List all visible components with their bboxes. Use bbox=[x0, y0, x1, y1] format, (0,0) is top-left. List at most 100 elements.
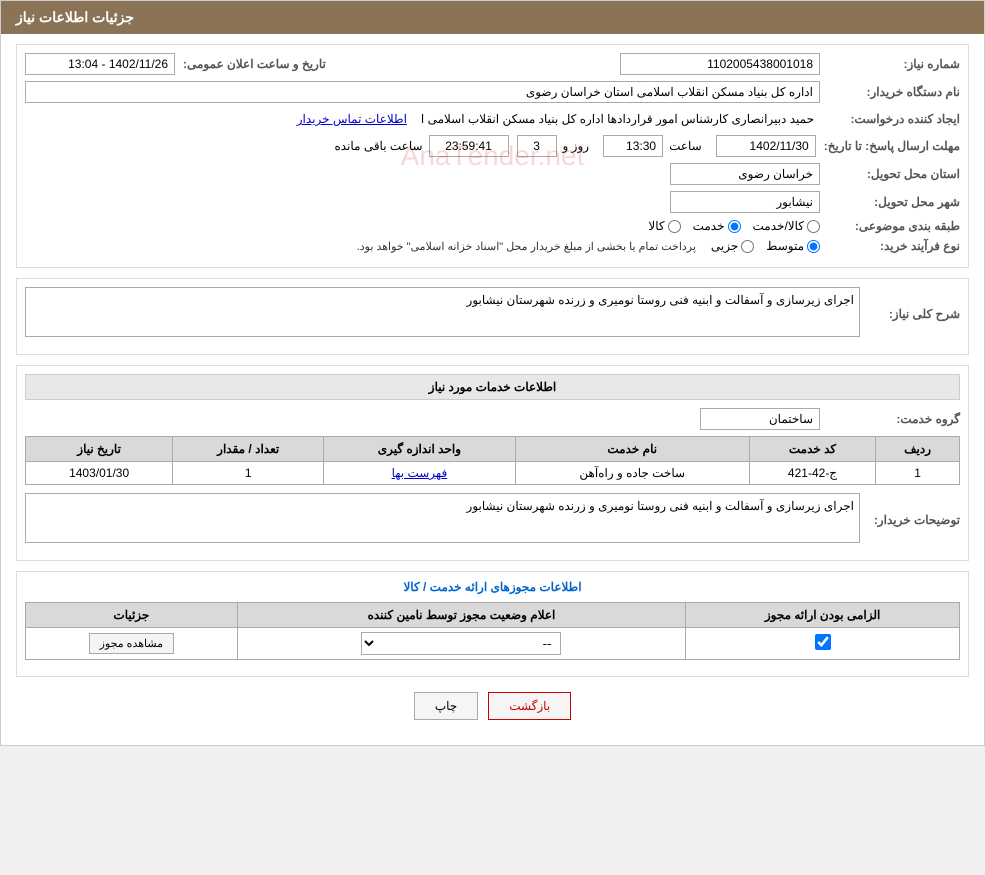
view-license-button[interactable]: مشاهده مجوز bbox=[89, 633, 174, 654]
category-kala-label: کالا bbox=[648, 219, 664, 233]
page-wrapper: جزئیات اطلاعات نیاز AnaТender.net شماره … bbox=[0, 0, 985, 746]
col-row: ردیف bbox=[876, 437, 960, 462]
purchase-type-row: نوع فرآیند خرید: جزیی متوسط پرداخت تمام … bbox=[25, 239, 960, 253]
service-group-row: گروه خدمت: ساختمان bbox=[25, 408, 960, 430]
category-khadamat-radio[interactable] bbox=[728, 220, 741, 233]
service-group-value: ساختمان bbox=[700, 408, 820, 430]
col-unit: واحد اندازه گیری bbox=[324, 437, 515, 462]
purchase-jozi: جزیی bbox=[711, 239, 754, 253]
services-table-head: ردیف کد خدمت نام خدمت واحد اندازه گیری ت… bbox=[26, 437, 960, 462]
requester-value: حمید دبیرانصاری کارشناس امور قراردادها ا… bbox=[415, 109, 820, 129]
category-label: طبقه بندی موضوعی: bbox=[820, 219, 960, 233]
tender-number-row: شماره نیاز: 1102005438001018 تاریخ و ساع… bbox=[25, 53, 960, 75]
col-date: تاریخ نیاز bbox=[26, 437, 173, 462]
category-radio-group: کالا خدمت کالا/خدمت bbox=[648, 219, 820, 233]
description-section: شرح کلی نیاز: bbox=[16, 278, 969, 355]
buyer-org-value: اداره کل بنیاد مسکن انقلاب اسلامی استان … bbox=[25, 81, 820, 103]
license-status-cell: -- bbox=[237, 628, 685, 660]
tender-number-label: شماره نیاز: bbox=[820, 57, 960, 71]
license-col-required: الزامی بودن ارائه مجوز bbox=[686, 603, 960, 628]
button-group: بازگشت چاپ bbox=[16, 692, 969, 720]
services-table-body: 1 ج-42-421 ساخت جاده و راه‌آهن فهرست بها… bbox=[26, 462, 960, 485]
col-name: نام خدمت bbox=[515, 437, 749, 462]
row-number: 1 bbox=[876, 462, 960, 485]
response-remaining-label: ساعت باقی مانده bbox=[328, 136, 428, 156]
purchase-mottavas-label: متوسط bbox=[766, 239, 804, 253]
city-value: نیشابور bbox=[670, 191, 820, 213]
category-khadamat-label: خدمت bbox=[693, 219, 725, 233]
print-button[interactable]: چاپ bbox=[414, 692, 478, 720]
province-label: استان محل تحویل: bbox=[820, 167, 960, 181]
requester-link[interactable]: اطلاعات تماس خریدار bbox=[297, 112, 407, 126]
purchase-jozi-radio[interactable] bbox=[741, 240, 754, 253]
license-table-head: الزامی بودن ارائه مجوز اعلام وضعیت مجوز … bbox=[26, 603, 960, 628]
services-section: اطلاعات خدمات مورد نیاز گروه خدمت: ساختم… bbox=[16, 365, 969, 561]
category-khadamat: خدمت bbox=[693, 219, 741, 233]
col-code: کد خدمت bbox=[749, 437, 875, 462]
license-details-cell: مشاهده مجوز bbox=[26, 628, 238, 660]
purchase-notice: پرداخت تمام یا بخشی از مبلغ خریدار محل "… bbox=[357, 240, 696, 253]
province-value: خراسان رضوی bbox=[670, 163, 820, 185]
buyer-desc-row: توضیحات خریدار: bbox=[25, 493, 960, 546]
purchase-jozi-label: جزیی bbox=[711, 239, 738, 253]
row-unit: فهرست بها bbox=[324, 462, 515, 485]
license-status-select[interactable]: -- bbox=[361, 632, 561, 655]
category-kala-khadamat-label: کالا/خدمت bbox=[753, 219, 804, 233]
license-col-status: اعلام وضعیت مجوز توسط نامین کننده bbox=[237, 603, 685, 628]
row-code: ج-42-421 bbox=[749, 462, 875, 485]
category-row: طبقه بندی موضوعی: کالا خدمت کالا/خدمت bbox=[25, 219, 960, 233]
province-row: استان محل تحویل: خراسان رضوی bbox=[25, 163, 960, 185]
license-required-cell bbox=[686, 628, 960, 660]
back-button[interactable]: بازگشت bbox=[488, 692, 571, 720]
announcement-date-label: تاریخ و ساعت اعلان عمومی: bbox=[175, 57, 326, 71]
response-deadline-row: مهلت ارسال پاسخ: تا تاریخ: 1402/11/30 سا… bbox=[25, 135, 960, 157]
row-date: 1403/01/30 bbox=[26, 462, 173, 485]
buyer-org-label: نام دستگاه خریدار: bbox=[820, 85, 960, 99]
main-content: AnaТender.net شماره نیاز: 11020054380010… bbox=[1, 34, 984, 745]
row-quantity: 1 bbox=[173, 462, 324, 485]
purchase-type-label: نوع فرآیند خرید: bbox=[820, 239, 960, 253]
response-days-label: روز و bbox=[557, 136, 596, 156]
announcement-date-value: 1402/11/26 - 13:04 bbox=[25, 53, 175, 75]
row-service-name: ساخت جاده و راه‌آهن bbox=[515, 462, 749, 485]
requester-label: ایجاد کننده درخواست: bbox=[820, 112, 960, 126]
license-required-checkbox[interactable] bbox=[815, 634, 831, 650]
category-kala-khadamat: کالا/خدمت bbox=[753, 219, 820, 233]
description-textarea bbox=[25, 287, 860, 337]
city-row: شهر محل تحویل: نیشابور bbox=[25, 191, 960, 213]
license-section: اطلاعات مجوزهای ارائه خدمت / کالا الزامی… bbox=[16, 571, 969, 677]
buyer-org-row: نام دستگاه خریدار: اداره کل بنیاد مسکن ا… bbox=[25, 81, 960, 103]
table-row: 1 ج-42-421 ساخت جاده و راه‌آهن فهرست بها… bbox=[26, 462, 960, 485]
col-quantity: تعداد / مقدار bbox=[173, 437, 324, 462]
services-table: ردیف کد خدمت نام خدمت واحد اندازه گیری ت… bbox=[25, 436, 960, 485]
services-section-title: اطلاعات خدمات مورد نیاز bbox=[25, 374, 960, 400]
response-remaining: 23:59:41 bbox=[429, 135, 509, 157]
unit-link[interactable]: فهرست بها bbox=[392, 466, 448, 480]
city-label: شهر محل تحویل: bbox=[820, 195, 960, 209]
buyer-desc-container bbox=[25, 493, 860, 546]
requester-row: ایجاد کننده درخواست: حمید دبیرانصاری کار… bbox=[25, 109, 960, 129]
services-table-header-row: ردیف کد خدمت نام خدمت واحد اندازه گیری ت… bbox=[26, 437, 960, 462]
license-header-row: الزامی بودن ارائه مجوز اعلام وضعیت مجوز … bbox=[26, 603, 960, 628]
page-header: جزئیات اطلاعات نیاز bbox=[1, 1, 984, 34]
main-info-section: AnaТender.net شماره نیاز: 11020054380010… bbox=[16, 44, 969, 268]
buyer-desc-textarea bbox=[25, 493, 860, 543]
description-label: شرح کلی نیاز: bbox=[860, 307, 960, 321]
response-time: 13:30 bbox=[603, 135, 663, 157]
purchase-mottavas-radio[interactable] bbox=[807, 240, 820, 253]
license-section-title: اطلاعات مجوزهای ارائه خدمت / کالا bbox=[25, 580, 960, 594]
buyer-desc-label: توضیحات خریدار: bbox=[860, 513, 960, 527]
page-title: جزئیات اطلاعات نیاز bbox=[16, 9, 134, 25]
license-row: -- مشاهده مجوز bbox=[26, 628, 960, 660]
category-kala-radio[interactable] bbox=[668, 220, 681, 233]
response-time-label: ساعت bbox=[663, 136, 708, 156]
license-table-body: -- مشاهده مجوز bbox=[26, 628, 960, 660]
service-group-label: گروه خدمت: bbox=[820, 412, 960, 426]
purchase-type-radio-group: جزیی متوسط bbox=[711, 239, 820, 253]
description-container bbox=[25, 287, 860, 340]
license-table: الزامی بودن ارائه مجوز اعلام وضعیت مجوز … bbox=[25, 602, 960, 660]
description-row: شرح کلی نیاز: bbox=[25, 287, 960, 340]
tender-number-value: 1102005438001018 bbox=[620, 53, 820, 75]
purchase-mottavas: متوسط bbox=[766, 239, 820, 253]
category-kala-khadamat-radio[interactable] bbox=[807, 220, 820, 233]
